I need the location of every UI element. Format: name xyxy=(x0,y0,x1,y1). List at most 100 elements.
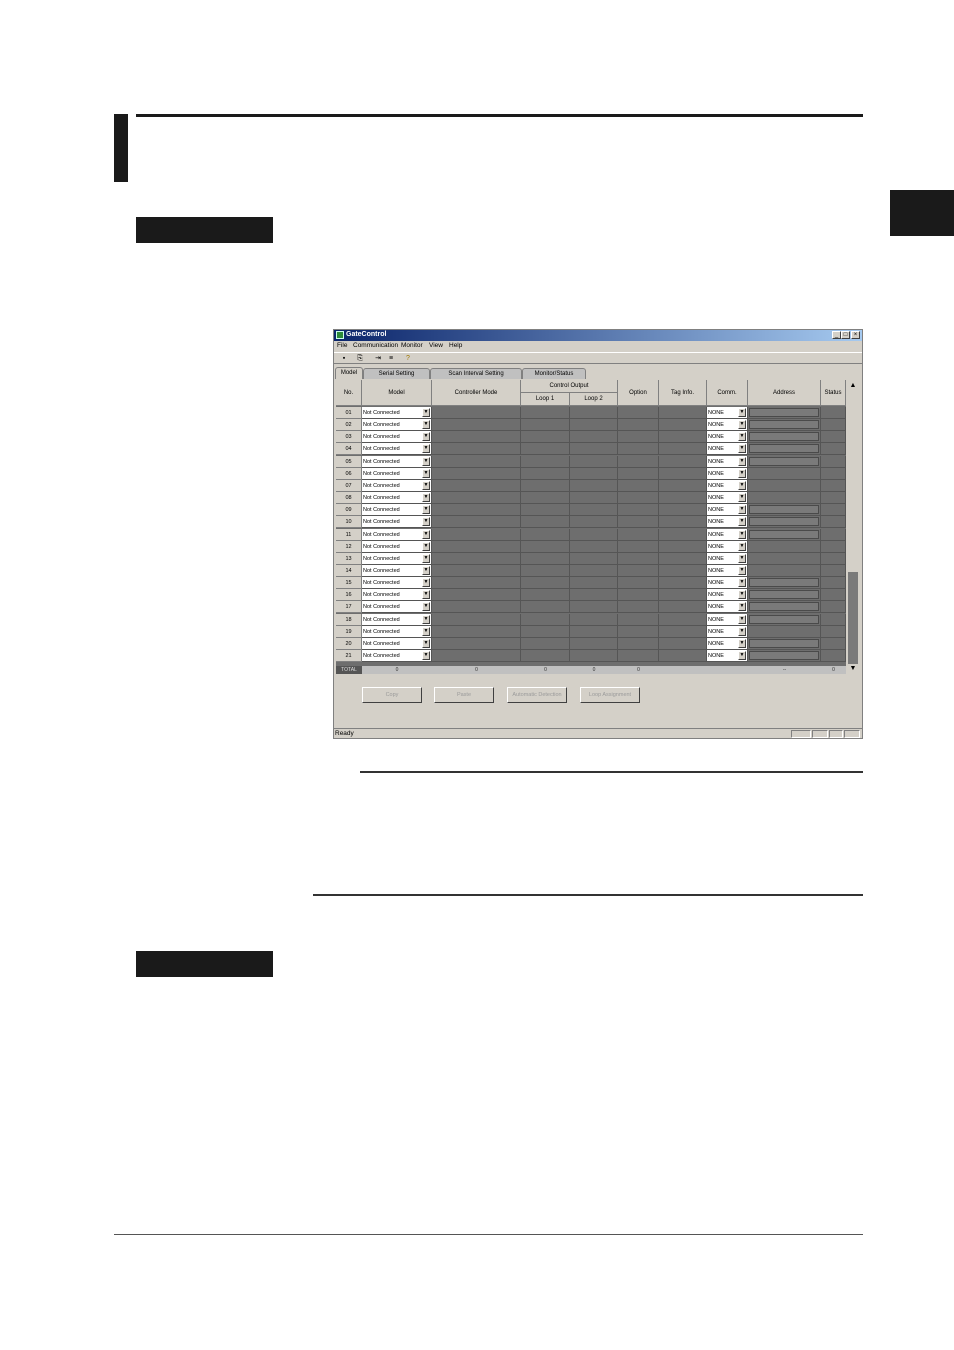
paste-button[interactable]: Paste xyxy=(434,687,494,703)
chevron-down-icon[interactable]: ▼ xyxy=(738,541,746,551)
chevron-down-icon[interactable]: ▼ xyxy=(738,602,746,612)
comm-select[interactable]: NONE ▼ xyxy=(707,528,748,541)
chevron-down-icon[interactable]: ▼ xyxy=(422,541,430,551)
comm-select[interactable]: NONE ▼ xyxy=(707,504,748,517)
comm-select[interactable]: NONE ▼ xyxy=(707,431,748,444)
chevron-down-icon[interactable]: ▼ xyxy=(738,493,746,503)
address-field[interactable] xyxy=(749,456,819,466)
close-icon[interactable]: × xyxy=(851,331,860,339)
chevron-down-icon[interactable]: ▼ xyxy=(422,553,430,563)
address-field[interactable] xyxy=(749,444,819,454)
model-select[interactable]: Not Connected ▼ xyxy=(362,479,432,492)
chevron-down-icon[interactable]: ▼ xyxy=(738,420,746,430)
address-field[interactable] xyxy=(749,432,819,442)
tab-serial-setting[interactable]: Serial Setting xyxy=(363,368,430,379)
save-icon[interactable]: ▪ xyxy=(340,355,348,363)
address-field[interactable] xyxy=(749,408,819,417)
chevron-down-icon[interactable]: ▼ xyxy=(422,529,430,539)
comm-select[interactable]: NONE ▼ xyxy=(707,637,748,650)
chevron-down-icon[interactable]: ▼ xyxy=(422,444,430,454)
comm-select[interactable]: NONE ▼ xyxy=(707,467,748,480)
address-field[interactable] xyxy=(749,420,819,430)
model-select[interactable]: Not Connected ▼ xyxy=(362,455,432,468)
model-select[interactable]: Not Connected ▼ xyxy=(362,516,432,529)
loop-assignment-button[interactable]: Loop Assignment xyxy=(580,687,640,703)
scroll-up-icon[interactable]: ▲ xyxy=(849,381,857,390)
vertical-scrollbar[interactable]: ▲ ▼ xyxy=(848,380,858,674)
chevron-down-icon[interactable]: ▼ xyxy=(738,456,746,466)
minimize-icon[interactable]: _ xyxy=(832,331,841,339)
chevron-down-icon[interactable]: ▼ xyxy=(738,578,746,588)
chevron-down-icon[interactable]: ▼ xyxy=(738,505,746,515)
model-select[interactable]: Not Connected ▼ xyxy=(362,407,432,419)
chevron-down-icon[interactable]: ▼ xyxy=(422,493,430,503)
chevron-down-icon[interactable]: ▼ xyxy=(422,590,430,600)
chevron-down-icon[interactable]: ▼ xyxy=(738,408,746,417)
chevron-down-icon[interactable]: ▼ xyxy=(422,480,430,490)
comm-select[interactable]: NONE ▼ xyxy=(707,650,748,662)
chevron-down-icon[interactable]: ▼ xyxy=(422,468,430,478)
comm-select[interactable]: NONE ▼ xyxy=(707,516,748,529)
menu-view[interactable]: View xyxy=(429,342,443,349)
chevron-down-icon[interactable]: ▼ xyxy=(738,651,746,660)
address-field[interactable] xyxy=(749,614,819,624)
chevron-down-icon[interactable]: ▼ xyxy=(422,651,430,660)
address-field[interactable] xyxy=(749,505,819,515)
chevron-down-icon[interactable]: ▼ xyxy=(422,638,430,648)
comm-select[interactable]: NONE ▼ xyxy=(707,540,748,553)
model-select[interactable]: Not Connected ▼ xyxy=(362,443,432,456)
address-field[interactable] xyxy=(749,638,819,648)
model-select[interactable]: Not Connected ▼ xyxy=(362,625,432,638)
tab-scan-interval-setting[interactable]: Scan Interval Setting xyxy=(430,368,522,379)
comm-select[interactable]: NONE ▼ xyxy=(707,443,748,456)
comm-select[interactable]: NONE ▼ xyxy=(707,564,748,577)
chevron-down-icon[interactable]: ▼ xyxy=(422,456,430,466)
address-field[interactable] xyxy=(749,651,819,660)
model-select[interactable]: Not Connected ▼ xyxy=(362,419,432,432)
chevron-down-icon[interactable]: ▼ xyxy=(422,517,430,527)
chevron-down-icon[interactable]: ▼ xyxy=(738,480,746,490)
list-icon[interactable]: ≡ xyxy=(387,355,395,363)
address-field[interactable] xyxy=(749,578,819,588)
chevron-down-icon[interactable]: ▼ xyxy=(738,517,746,527)
model-select[interactable]: Not Connected ▼ xyxy=(362,492,432,505)
menu-communication[interactable]: Communication xyxy=(353,342,398,349)
model-select[interactable]: Not Connected ▼ xyxy=(362,650,432,662)
chevron-down-icon[interactable]: ▼ xyxy=(738,565,746,575)
chevron-down-icon[interactable]: ▼ xyxy=(738,626,746,636)
help-icon[interactable]: ? xyxy=(404,355,412,363)
comm-select[interactable]: NONE ▼ xyxy=(707,625,748,638)
chevron-down-icon[interactable]: ▼ xyxy=(422,578,430,588)
address-field[interactable] xyxy=(749,590,819,600)
tab-model[interactable]: Model xyxy=(335,367,363,379)
model-select[interactable]: Not Connected ▼ xyxy=(362,613,432,626)
menu-help[interactable]: Help xyxy=(449,342,462,349)
chevron-down-icon[interactable]: ▼ xyxy=(738,529,746,539)
tab-monitor-status[interactable]: Monitor/Status xyxy=(522,368,586,379)
model-select[interactable]: Not Connected ▼ xyxy=(362,577,432,590)
comm-select[interactable]: NONE ▼ xyxy=(707,479,748,492)
model-select[interactable]: Not Connected ▼ xyxy=(362,540,432,553)
comm-select[interactable]: NONE ▼ xyxy=(707,577,748,590)
model-select[interactable]: Not Connected ▼ xyxy=(362,431,432,444)
model-select[interactable]: Not Connected ▼ xyxy=(362,637,432,650)
copy-button[interactable]: Copy xyxy=(362,687,422,703)
chevron-down-icon[interactable]: ▼ xyxy=(422,505,430,515)
chevron-down-icon[interactable]: ▼ xyxy=(422,565,430,575)
chevron-down-icon[interactable]: ▼ xyxy=(738,468,746,478)
chevron-down-icon[interactable]: ▼ xyxy=(738,553,746,563)
import-icon[interactable]: ⇥ xyxy=(374,355,382,363)
chevron-down-icon[interactable]: ▼ xyxy=(738,614,746,624)
model-select[interactable]: Not Connected ▼ xyxy=(362,589,432,602)
chevron-down-icon[interactable]: ▼ xyxy=(422,626,430,636)
comm-select[interactable]: NONE ▼ xyxy=(707,407,748,419)
scroll-down-icon[interactable]: ▼ xyxy=(849,664,857,673)
model-select[interactable]: Not Connected ▼ xyxy=(362,528,432,541)
address-field[interactable] xyxy=(749,517,819,527)
maximize-icon[interactable]: □ xyxy=(841,331,850,339)
menu-file[interactable]: File xyxy=(337,342,347,349)
chevron-down-icon[interactable]: ▼ xyxy=(422,614,430,624)
chevron-down-icon[interactable]: ▼ xyxy=(422,408,430,417)
model-select[interactable]: Not Connected ▼ xyxy=(362,552,432,565)
chevron-down-icon[interactable]: ▼ xyxy=(738,590,746,600)
